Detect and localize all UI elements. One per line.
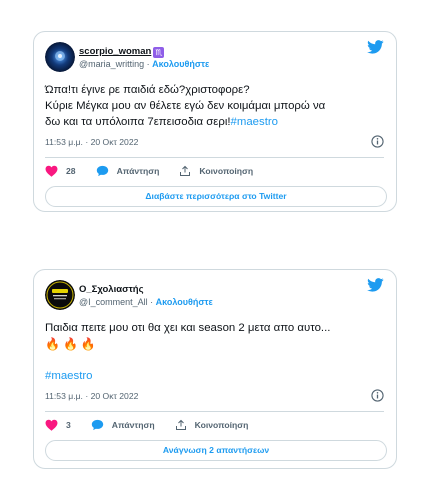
tweet-text: Ώπα!τι έγινε ρε παιδιά εδώ?χριστοφορε? Κ… — [45, 84, 326, 128]
separator: · — [144, 59, 153, 69]
read-replies-button[interactable]: Ανάγνωση 2 απαντήσεων — [45, 440, 387, 461]
hashtag-link[interactable]: #maestro — [45, 370, 92, 382]
tweet-header: Ο_Σχολιαστής @I_comment_All · Ακολουθήστ… — [45, 278, 384, 312]
tweet-card: scorpio_woman ♏ @maria_writting · Ακολουθ… — [33, 31, 397, 212]
display-name[interactable]: scorpio_woman — [79, 46, 151, 57]
follow-button[interactable]: Ακολουθήστε — [152, 59, 209, 69]
follow-button[interactable]: Ακολουθήστε — [156, 297, 213, 307]
reply-button[interactable]: Απάντηση — [91, 419, 155, 431]
hashtag-link[interactable]: #maestro — [231, 116, 278, 128]
tweet-meta: 11:53 μ.μ. · 20 Οκτ 2022 — [45, 389, 384, 403]
heart-icon — [45, 165, 58, 177]
timestamp[interactable]: 11:53 μ.μ. · 20 Οκτ 2022 — [45, 137, 138, 147]
tweet-meta: 11:53 μ.μ. · 20 Οκτ 2022 — [45, 135, 384, 149]
tweet-header: scorpio_woman ♏ @maria_writting · Ακολουθ… — [45, 40, 384, 74]
tweet-text: Παιδια πειτε μου οτι θα χει και season 2… — [45, 320, 384, 384]
share-icon — [175, 419, 186, 430]
avatar[interactable] — [45, 42, 75, 72]
fire-emoji-icon: 🔥 — [45, 337, 60, 351]
like-button[interactable]: 3 — [45, 419, 71, 431]
share-button[interactable]: Κοινοποίηση — [179, 165, 253, 177]
reply-button[interactable]: Απάντηση — [96, 165, 159, 177]
twitter-bird-icon[interactable] — [367, 278, 384, 297]
timestamp[interactable]: 11:53 μ.μ. · 20 Οκτ 2022 — [45, 391, 138, 401]
scorpio-badge-icon: ♏ — [153, 47, 165, 58]
reply-bubble-icon — [96, 165, 108, 177]
like-count: 28 — [66, 166, 76, 176]
info-icon[interactable] — [371, 389, 384, 404]
tweet-card: Ο_Σχολιαστής @I_comment_All · Ακολουθήστ… — [33, 269, 397, 469]
reply-bubble-icon — [91, 419, 103, 431]
share-button[interactable]: Κοινοποίηση — [175, 419, 248, 431]
separator: · — [147, 297, 156, 307]
info-icon[interactable] — [371, 135, 384, 150]
twitter-bird-icon[interactable] — [367, 40, 384, 59]
emoji-row: 🔥 🔥 🔥 — [45, 336, 384, 352]
fire-emoji-icon: 🔥 — [80, 337, 96, 351]
action-bar: 28 Απάντηση Κοινοποίηση — [45, 158, 384, 184]
user-handle[interactable]: @I_comment_All — [79, 297, 148, 307]
like-button[interactable]: 28 — [45, 165, 76, 177]
fire-emoji-icon: 🔥 — [62, 337, 78, 351]
action-bar: 3 Απάντηση Κοινοποίηση — [45, 412, 384, 438]
share-icon — [180, 165, 191, 176]
avatar[interactable] — [45, 280, 75, 310]
user-handle[interactable]: @maria_writting — [79, 59, 144, 69]
heart-icon — [45, 419, 58, 431]
display-name[interactable]: Ο_Σχολιαστής — [79, 284, 144, 295]
like-count: 3 — [66, 420, 71, 430]
read-more-button[interactable]: Διαβάστε περισσότερα στο Twitter — [45, 186, 387, 207]
